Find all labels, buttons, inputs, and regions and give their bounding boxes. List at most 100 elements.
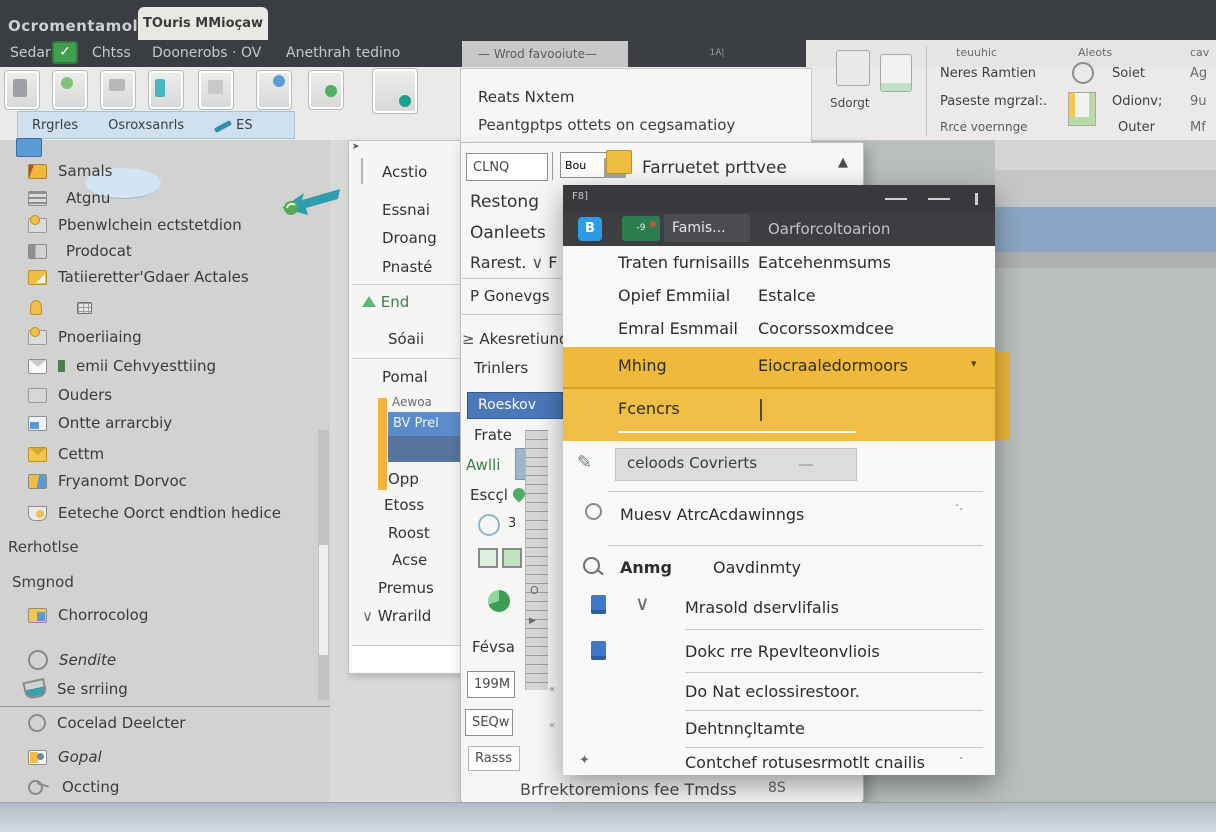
ribbon-share-icon[interactable]: [372, 68, 418, 114]
check-icon[interactable]: ✓: [52, 41, 78, 64]
menu-row-dokc[interactable]: Dokc rre Rpevlteonvliois: [563, 633, 995, 671]
sidebar-item-emii[interactable]: emii Cehvyesttiing: [28, 357, 216, 375]
clnq-box[interactable]: CLNQ: [466, 153, 548, 181]
app-blue-icon[interactable]: B: [578, 217, 602, 241]
sidebar-item-sendite[interactable]: Sendite: [28, 650, 116, 670]
panel1-item-aewoa[interactable]: Aewoa: [392, 395, 432, 409]
panel1-item-droang[interactable]: Droang: [382, 229, 437, 247]
menu-tedino[interactable]: tedino: [356, 45, 400, 61]
dialog-item-frate[interactable]: Frate: [474, 426, 512, 444]
minimize-icon[interactable]: [885, 198, 907, 200]
dialog-item-awlli[interactable]: Awlli: [466, 456, 500, 474]
document-tab[interactable]: TOuris MMioçaw: [138, 7, 268, 40]
dialog-item-oanleets[interactable]: Oanleets: [470, 223, 546, 243]
ribbon-clipboard-icon[interactable]: [308, 70, 344, 110]
menu-row[interactable]: Opief Emmiial Estalce: [563, 279, 995, 312]
favorites-tab[interactable]: — Wrod favooiute—: [462, 41, 628, 67]
square-green-icon[interactable]: [502, 548, 522, 568]
sidebar-header-rerhotlse[interactable]: Rerhotlse: [8, 538, 79, 556]
sidebar-scrollbar-thumb[interactable]: [319, 545, 328, 655]
menu-anethrah[interactable]: Anethrah: [286, 45, 351, 61]
popup-tab-oarfor[interactable]: Oarforcoltoarion: [768, 220, 890, 238]
page-lock-icon[interactable]: [880, 54, 912, 92]
menu-row-highlighted-input[interactable]: Fcencrs: [563, 389, 995, 441]
panel1-item-etoss[interactable]: Etoss: [384, 496, 424, 514]
value-box-199m[interactable]: 199M: [467, 671, 515, 698]
menu-row-dehtnn[interactable]: Dehtnnçltamte: [563, 713, 995, 746]
ribbon-new-item-icon[interactable]: [4, 70, 40, 110]
clipboard-color-icon[interactable]: [1068, 92, 1096, 126]
dialog-item-esccl[interactable]: Escçl: [470, 486, 525, 504]
sidebar-item-pbenwlchein[interactable]: Pbenwlchein ectstetdion: [28, 216, 242, 234]
sidebar-item-chorrocolog[interactable]: Chorrocolog: [28, 606, 148, 624]
dialog-item-rarest[interactable]: Rarest. ∨ F: [470, 253, 557, 272]
roeskov-button[interactable]: Roeskov: [467, 392, 563, 419]
square-green-icon[interactable]: [478, 548, 498, 568]
ribbon-col2-item3[interactable]: Outer: [1118, 120, 1155, 135]
sidebar-item-samals[interactable]: Samals: [28, 162, 113, 180]
sidebar-item-ouders[interactable]: Ouders: [28, 386, 112, 404]
menu-chtss[interactable]: Chtss: [92, 45, 131, 61]
sidebar-item-atgnu[interactable]: Atgnu: [28, 189, 110, 207]
folder-yellow-icon[interactable]: [606, 150, 632, 174]
sidebar-item-prodocat[interactable]: Prodocat: [28, 242, 132, 260]
ribbon-col2-item1[interactable]: Soiet: [1112, 66, 1145, 81]
ribbon-col2-item2[interactable]: Odionv;: [1112, 94, 1162, 109]
sidebar-item-bulb[interactable]: [30, 300, 103, 315]
ribbon-col3-item2[interactable]: 9u: [1190, 94, 1207, 109]
panel1-item-premus[interactable]: Premus: [378, 579, 434, 597]
ribbon-col3-item1[interactable]: Ag: [1190, 66, 1207, 81]
ribbon-note-icon[interactable]: [198, 70, 234, 110]
group-label-2[interactable]: Osroxsanrls: [108, 118, 184, 133]
close-icon[interactable]: [975, 193, 978, 205]
menu-doonerobs[interactable]: Doonerobs · OV: [152, 45, 261, 61]
menu-row-donat[interactable]: Do Nat eclossirestoor.: [563, 675, 995, 709]
menu-sedar[interactable]: Sedar: [10, 45, 51, 61]
panel1-item-pnaste[interactable]: Pnasté: [382, 258, 432, 276]
printer-icon[interactable]: [836, 50, 870, 86]
dialog-item-gonevgs[interactable]: P Gonevgs: [470, 287, 550, 305]
sidebar-item-eeteche[interactable]: Eeteche Oorct endtion hedice: [28, 504, 281, 522]
ribbon-col1-item1[interactable]: Neres Ramtien: [940, 66, 1036, 81]
menu-row[interactable]: Emral Esmmail Cocorssoxmdcee: [563, 312, 995, 345]
group-label-3[interactable]: ES: [214, 118, 252, 133]
sidebar-item-occting[interactable]: Occting: [28, 778, 119, 796]
dialog-item-trinlers[interactable]: Trinlers: [474, 359, 528, 377]
panel1-item-wrarild[interactable]: ∨ Wrarild: [362, 607, 431, 625]
ribbon-reply-icon[interactable]: [52, 70, 88, 110]
panel1-item-roost[interactable]: Roost: [388, 524, 430, 542]
panel1-item-soaii[interactable]: Sóaii: [388, 330, 424, 348]
menu-row-contchef[interactable]: ✦ Contchef rotusesrmotlt cnailis ·: [563, 749, 995, 775]
sidebar-item-cocelad[interactable]: Cocelad Deelcter: [28, 714, 185, 732]
value-box-seqw[interactable]: SEQw: [465, 709, 513, 736]
pie-green-icon[interactable]: [488, 590, 510, 612]
menu-row-mrasold[interactable]: ∨ Mrasold dservlifalis: [563, 589, 995, 629]
ribbon-chat-icon[interactable]: [256, 70, 292, 110]
person-badge-icon[interactable]: [1072, 62, 1094, 84]
ribbon-col1-item2[interactable]: Paseste mgrzal:.: [940, 94, 1047, 109]
panel1-item-pomal[interactable]: Pomal: [382, 368, 428, 386]
ribbon-col1-item3[interactable]: Rrce voernnge: [940, 120, 1028, 134]
panel1-item-acse[interactable]: Acse: [392, 551, 427, 569]
panel1-item-end[interactable]: End: [362, 293, 409, 311]
sidebar-item-pnoeriiaing[interactable]: Pnoeriiaing: [28, 328, 142, 346]
collapse-arrow-icon[interactable]: ▲: [838, 155, 848, 170]
value-box-rasss[interactable]: Rasss: [468, 746, 520, 771]
bou-input[interactable]: [560, 152, 608, 178]
maximize-icon[interactable]: [928, 198, 950, 200]
sidebar-item-gopal[interactable]: Gopal: [28, 748, 102, 766]
sidebar-item-ontte[interactable]: Ontte arrarcbiy: [28, 414, 172, 432]
sidebar-item-cettm[interactable]: Cettm: [28, 445, 104, 463]
dialog-item-fevsa[interactable]: Févsa: [472, 638, 515, 656]
sidebar-item-tatiieretter[interactable]: Tatiieretter'Gdaer Actales: [28, 268, 249, 286]
menu-row-anmg[interactable]: Anmg Oavdinmty: [563, 551, 995, 589]
menu-row-muesv[interactable]: Muesv AtrcAcdawinngs ·.: [563, 497, 995, 541]
panel1-item-acstio[interactable]: Acstio: [382, 163, 427, 181]
hidden-tab[interactable]: 1A|: [628, 40, 806, 67]
sidebar-item-sesrriing[interactable]: Se srriing: [24, 680, 128, 698]
menu-row-celoods[interactable]: ✎ celoods Covrierts: [563, 448, 995, 484]
panel1-item-essnai[interactable]: Essnai: [382, 201, 430, 219]
panel1-selected-item[interactable]: BV Prel: [388, 412, 462, 436]
sidebar-header-smgnod[interactable]: Smgnod: [12, 573, 74, 591]
ribbon-list-icon[interactable]: [100, 70, 136, 110]
